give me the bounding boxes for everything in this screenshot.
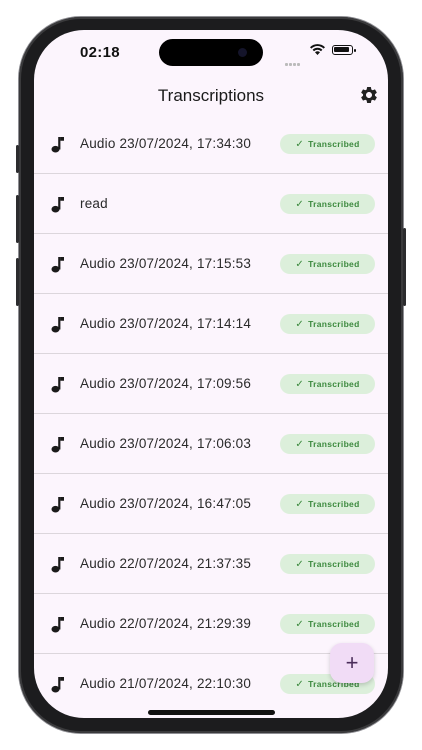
status-badge: ✓ Transcribed: [280, 614, 375, 634]
item-title: read: [80, 196, 108, 211]
check-icon: ✓: [295, 198, 305, 210]
music-note-icon: [51, 617, 64, 633]
volume-up-button: [16, 195, 19, 243]
list-item[interactable]: Audio 22/07/2024, 21:37:35 ✓ Transcribed: [34, 534, 388, 594]
status-bar: 02:18: [34, 30, 388, 80]
item-title: Audio 23/07/2024, 17:34:30: [80, 136, 252, 151]
item-title: Audio 22/07/2024, 21:37:35: [80, 556, 252, 571]
music-note-icon: [51, 137, 64, 153]
status-badge: ✓ Transcribed: [280, 494, 375, 514]
home-indicator[interactable]: [148, 710, 275, 715]
app-screen: 02:18 Transcriptions Audio 23/07/2024, 1…: [34, 30, 388, 718]
music-note-icon: [51, 497, 64, 513]
check-icon: ✓: [295, 438, 305, 450]
plus-icon: +: [345, 650, 359, 675]
item-title: Audio 23/07/2024, 17:14:14: [80, 316, 252, 331]
check-icon: ✓: [295, 558, 305, 570]
volume-down-button: [16, 258, 19, 306]
list-item[interactable]: Audio 23/07/2024, 17:06:03 ✓ Transcribed: [34, 414, 388, 474]
mute-switch: [16, 145, 19, 173]
list-item[interactable]: Audio 23/07/2024, 17:14:14 ✓ Transcribed: [34, 294, 388, 354]
dynamic-island: [159, 39, 263, 66]
list-item[interactable]: Audio 23/07/2024, 16:47:05 ✓ Transcribed: [34, 474, 388, 534]
battery-icon: [332, 45, 356, 55]
check-icon: ✓: [295, 378, 305, 390]
music-note-icon: [51, 437, 64, 453]
power-button: [403, 228, 406, 306]
item-title: Audio 23/07/2024, 17:09:56: [80, 376, 252, 391]
music-note-icon: [51, 257, 64, 273]
status-badge: ✓ Transcribed: [280, 134, 375, 154]
music-note-icon: [51, 677, 64, 693]
list-item[interactable]: Audio 23/07/2024, 17:34:30 ✓ Transcribed: [34, 114, 388, 174]
page-title: Transcriptions: [157, 86, 265, 105]
check-icon: ✓: [295, 318, 305, 330]
check-icon: ✓: [295, 678, 305, 690]
wifi-icon: [310, 44, 325, 55]
music-note-icon: [51, 317, 64, 333]
check-icon: ✓: [295, 138, 305, 150]
list-item[interactable]: Audio 23/07/2024, 17:15:53 ✓ Transcribed: [34, 234, 388, 294]
item-title: Audio 23/07/2024, 17:15:53: [80, 256, 252, 271]
item-title: Audio 23/07/2024, 17:06:03: [80, 436, 252, 451]
item-title: Audio 22/07/2024, 21:29:39: [80, 616, 252, 631]
check-icon: ✓: [295, 258, 305, 270]
status-badge: ✓ Transcribed: [280, 374, 375, 394]
list-item[interactable]: read ✓ Transcribed: [34, 174, 388, 234]
cellular-signal-icon: [285, 53, 305, 66]
list-item[interactable]: Audio 23/07/2024, 17:09:56 ✓ Transcribed: [34, 354, 388, 414]
status-badge: ✓ Transcribed: [280, 194, 375, 214]
item-title: Audio 23/07/2024, 16:47:05: [80, 496, 252, 511]
music-note-icon: [51, 557, 64, 573]
check-icon: ✓: [295, 618, 305, 630]
music-note-icon: [51, 377, 64, 393]
status-time: 02:18: [80, 44, 120, 61]
item-title: Audio 21/07/2024, 22:10:30: [80, 676, 252, 691]
status-badge: ✓ Transcribed: [280, 254, 375, 274]
add-recording-button[interactable]: +: [330, 643, 374, 683]
music-note-icon: [51, 197, 64, 213]
status-badge: ✓ Transcribed: [280, 314, 375, 334]
check-icon: ✓: [295, 498, 305, 510]
transcription-list: Audio 23/07/2024, 17:34:30 ✓ Transcribed …: [34, 114, 388, 714]
status-badge: ✓ Transcribed: [280, 434, 375, 454]
gear-icon[interactable]: [359, 85, 379, 105]
status-badge: ✓ Transcribed: [280, 554, 375, 574]
